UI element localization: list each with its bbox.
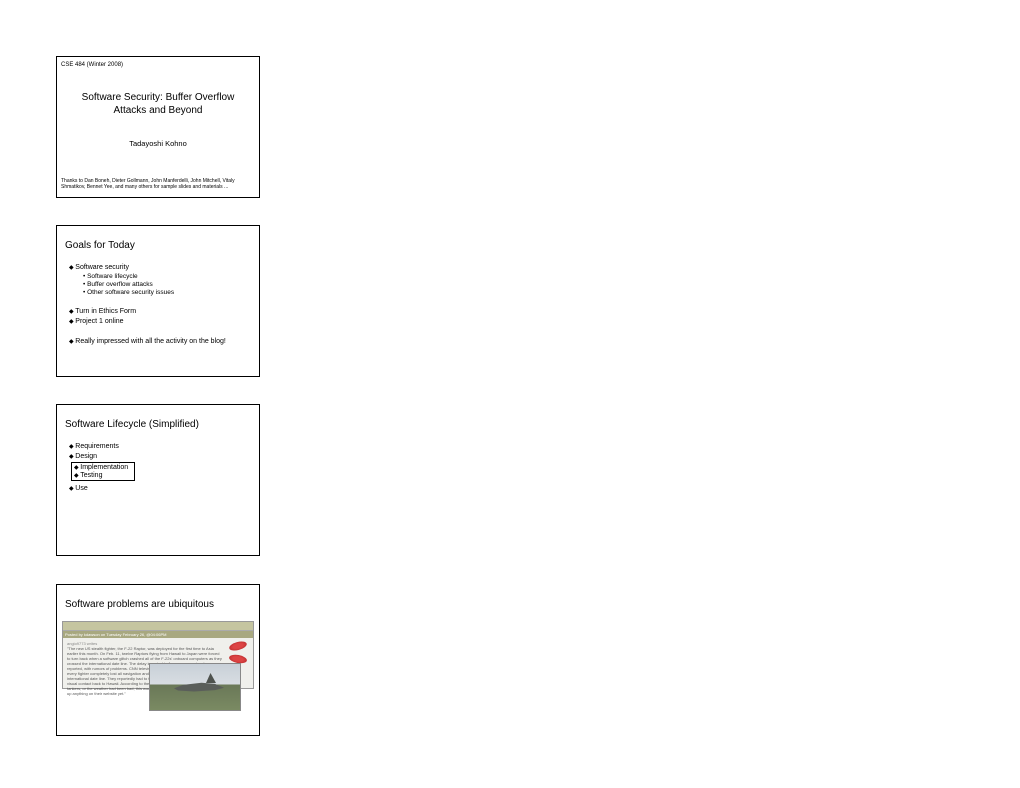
credits-text: Thanks to Dan Boneh, Dieter Gollmann, Jo… <box>61 178 255 190</box>
course-code: CSE 484 (Winter 2008) <box>57 57 259 70</box>
title-line-2: Attacks and Beyond <box>114 105 203 116</box>
bullet-item: Really impressed with all the activity o… <box>65 338 251 345</box>
slide-goals: Goals for Today Software security Softwa… <box>56 225 260 377</box>
highlighted-box: Implementation Testing <box>71 462 135 481</box>
bullet-item: Requirements <box>65 443 251 450</box>
forum-meta: Posted by kdawson on Tuesday February 26… <box>63 631 253 638</box>
plane-body-shape <box>174 680 224 694</box>
author-name: Tadayoshi Kohno <box>57 117 259 148</box>
bullet-item: Software security <box>65 264 251 271</box>
title-line-1: Software Security: Buffer Overflow <box>82 92 235 103</box>
forum-title-bar <box>63 622 253 631</box>
bullet-list: Software security Software lifecycle Buf… <box>57 259 259 349</box>
sub-bullet-item: Other software security issues <box>65 289 251 296</box>
slide-ubiquitous: Software problems are ubiquitous Posted … <box>56 584 260 736</box>
fighter-jet-image <box>149 663 241 711</box>
plane-tail-shape <box>206 673 216 683</box>
bullet-item: Use <box>65 485 251 492</box>
sub-bullet-item: Buffer overflow attacks <box>65 281 251 288</box>
slide-title: CSE 484 (Winter 2008) Software Security:… <box>56 56 260 198</box>
bullet-item: Turn in Ethics Form <box>65 308 251 315</box>
bullet-item: Project 1 online <box>65 318 251 325</box>
slide-heading: Goals for Today <box>57 226 259 259</box>
slide-heading: Software Lifecycle (Simplified) <box>57 405 259 438</box>
sub-bullet-item: Software lifecycle <box>65 273 251 280</box>
presentation-title: Software Security: Buffer Overflow Attac… <box>57 70 259 117</box>
slide-lifecycle: Software Lifecycle (Simplified) Requirem… <box>56 404 260 556</box>
bullet-item: Implementation <box>72 464 128 471</box>
slide-heading: Software problems are ubiquitous <box>57 585 259 618</box>
bullet-item: Design <box>65 453 251 460</box>
bullet-item: Testing <box>72 472 128 479</box>
bullet-list: Requirements Design Implementation Testi… <box>57 438 259 496</box>
